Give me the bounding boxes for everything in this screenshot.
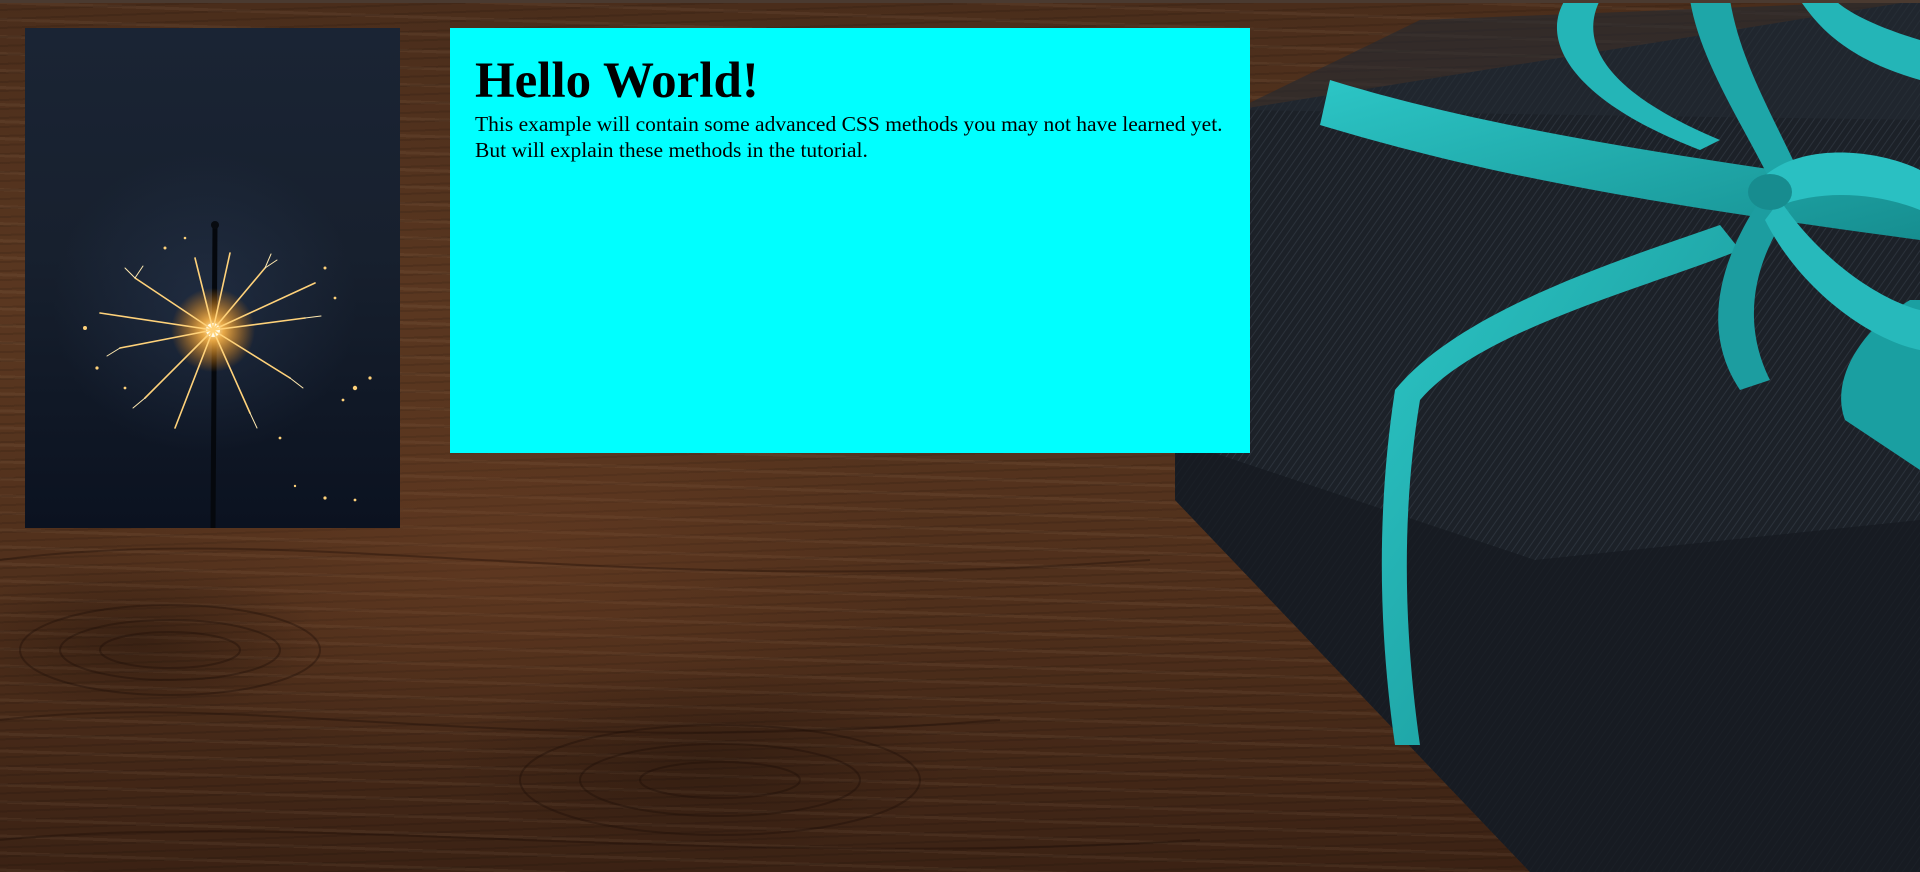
content-box: Hello World! This example will contain s… <box>450 28 1250 453</box>
sparkler-icon <box>83 221 372 528</box>
intro-paragraph: This example will contain some advanced … <box>475 112 1223 162</box>
page-title: Hello World! <box>475 53 759 109</box>
sparkler-photo <box>25 28 400 528</box>
window-top-border <box>0 0 1920 3</box>
